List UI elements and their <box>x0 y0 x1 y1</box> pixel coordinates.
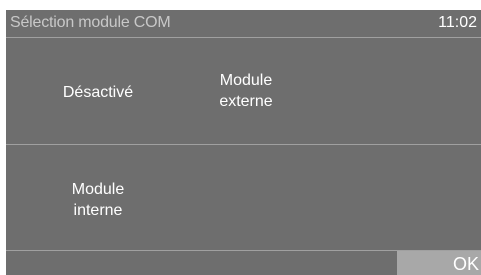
clock: 11:02 <box>438 14 477 31</box>
options-row-2: Module interne <box>6 145 481 251</box>
option-desactive[interactable]: Désactivé <box>50 82 146 103</box>
option-module-externe[interactable]: Module externe <box>198 70 294 112</box>
option-module-interne[interactable]: Module interne <box>50 179 146 221</box>
option-desactive-label: Désactivé <box>62 84 134 101</box>
options-row-1: Désactivé Module externe <box>6 38 481 145</box>
option-module-interne-line2: interne <box>73 202 123 219</box>
device-screen: Sélection module COM 11:02 Désactivé Mod… <box>6 10 481 275</box>
page-title: Sélection module COM <box>10 14 171 31</box>
option-module-externe-line1: Module <box>219 72 273 89</box>
option-module-externe-line2: externe <box>219 93 273 110</box>
option-module-interne-line1: Module <box>71 181 125 198</box>
title-bar: Sélection module COM 11:02 <box>6 10 481 38</box>
ok-button[interactable]: OK <box>397 251 481 275</box>
